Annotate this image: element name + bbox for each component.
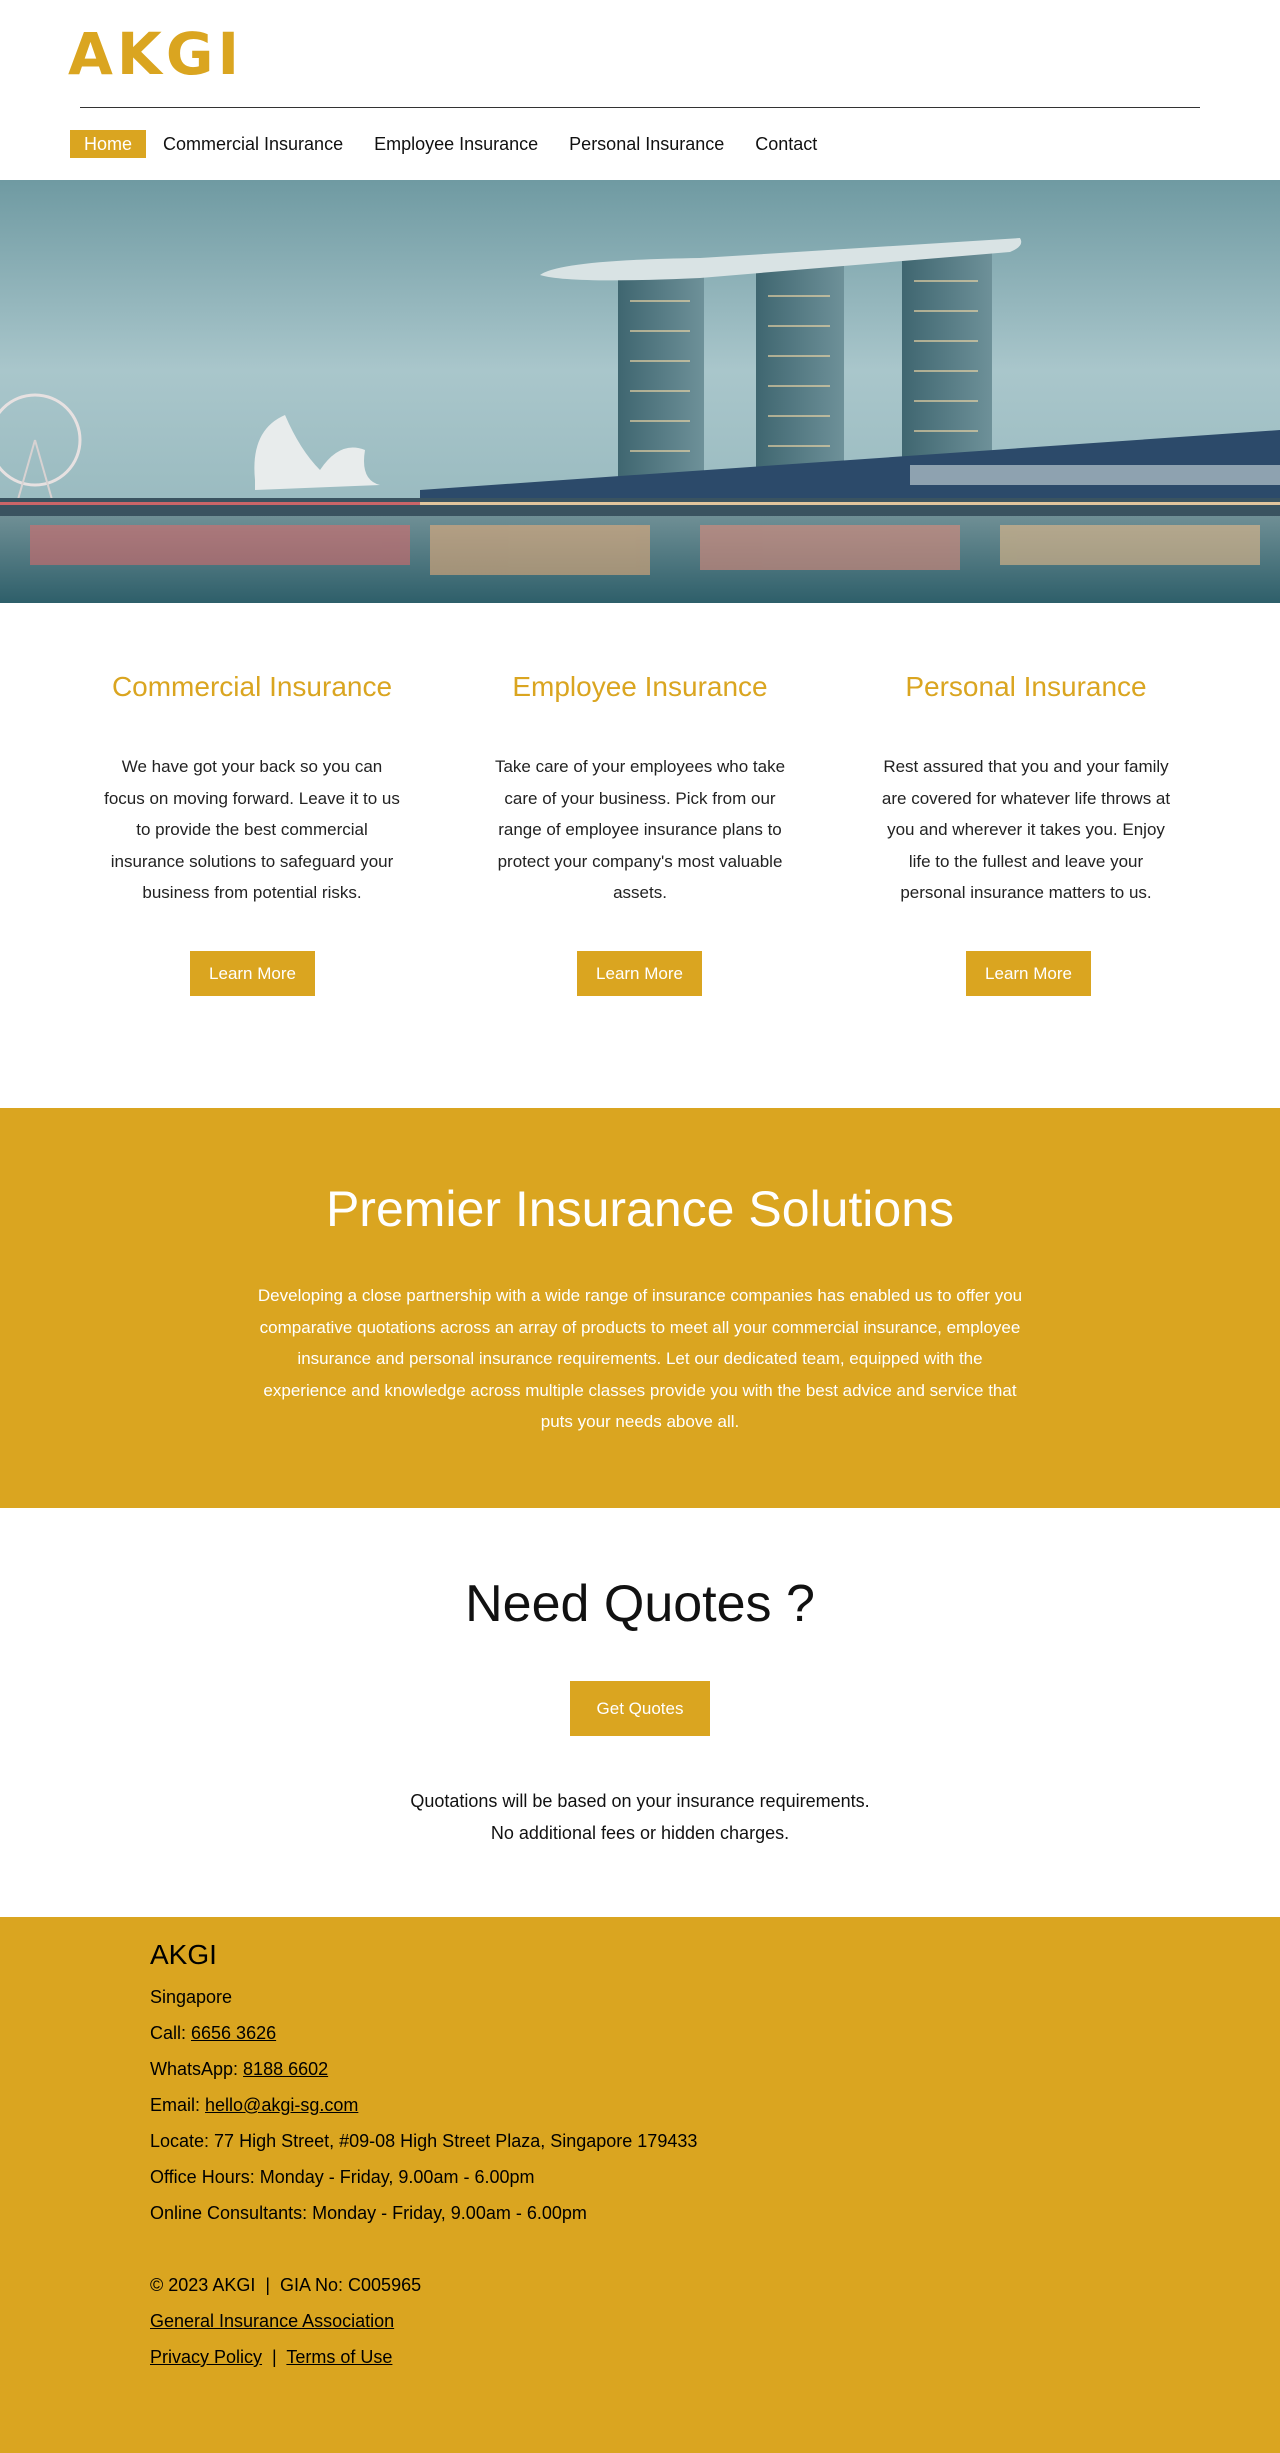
footer-online-consultants: Online Consultants: Monday - Friday, 9.0… [150,2203,587,2223]
service-text-commercial: We have got your back so you can focus o… [104,757,400,902]
service-text-personal: Rest assured that you and your family ar… [881,757,1171,902]
privacy-policy-link[interactable]: Privacy Policy [150,2347,262,2367]
footer-spacer [150,2231,1050,2267]
learn-more-personal-button[interactable]: Learn More [966,951,1091,996]
nav-item-employee-insurance[interactable]: Employee Insurance [360,130,552,158]
learn-more-employee-button[interactable]: Learn More [577,951,702,996]
footer-content: AKGI Singapore Call: 6656 3626 WhatsApp:… [150,1935,1050,2375]
terms-of-use-link[interactable]: Terms of Use [286,2347,392,2367]
header-divider [80,107,1200,108]
hero-image [0,180,1280,603]
nav-item-contact[interactable]: Contact [741,130,831,158]
footer-whatsapp-link[interactable]: 8188 6602 [243,2059,328,2079]
service-title-personal: Personal Insurance [905,671,1147,702]
premier-title: Premier Insurance Solutions [325,1181,955,1237]
main-nav: Home Commercial Insurance Employee Insur… [70,130,834,158]
logo[interactable]: AKGI [68,24,243,84]
footer-whatsapp-label: WhatsApp: [150,2059,244,2079]
footer-office-hours: Office Hours: Monday - Friday, 9.00am - … [150,2167,535,2187]
quotes-section: Need Quotes ? Get Quotes Quotations will… [0,1508,1280,1917]
footer-gia: General Insurance Association [150,2303,1050,2339]
footer-copyright: © 2023 AKGI | GIA No: C005965 [150,2275,422,2295]
footer-email-link[interactable]: hello@akgi-sg.com [205,2095,358,2115]
gia-link[interactable]: General Insurance Association [150,2311,394,2331]
nav-item-personal-insurance[interactable]: Personal Insurance [555,130,738,158]
services-section: Commercial Insurance We have got your ba… [0,603,1280,1108]
nav-item-commercial-insurance[interactable]: Commercial Insurance [149,130,357,158]
footer-email: Email: hello@akgi-sg.com [150,2087,1050,2123]
site-footer: AKGI Singapore Call: 6656 3626 WhatsApp:… [0,1917,1280,2453]
quotes-note-line-1: Quotations will be based on your insuran… [410,1791,870,1811]
learn-more-commercial-button[interactable]: Learn More [190,951,315,996]
nav-item-home[interactable]: Home [70,130,147,158]
premier-text: Developing a close partnership with a wi… [257,1286,1023,1432]
site-header: AKGI Home Commercial Insurance Employee … [0,0,1280,180]
service-title-employee: Employee Insurance [512,671,768,702]
get-quotes-button[interactable]: Get Quotes [570,1681,710,1736]
quotes-note: Quotations will be based on your insuran… [0,1786,1280,1849]
footer-whatsapp: WhatsApp: 8188 6602 [150,2051,1050,2087]
quotes-title: Need Quotes ? [465,1575,815,1633]
service-text-employee: Take care of your employees who take car… [494,757,786,902]
service-title-commercial: Commercial Insurance [111,671,393,702]
footer-address: Locate: 77 High Street, #09-08 High Stre… [150,2131,698,2151]
footer-legal: Privacy Policy | Terms of Use [150,2339,1050,2375]
footer-call-link[interactable]: 6656 3626 [191,2023,276,2043]
footer-location: Singapore [150,1987,233,2007]
footer-email-label: Email: [150,2095,206,2115]
footer-call-label: Call: [150,2023,192,2043]
quotes-note-line-2: No additional fees or hidden charges. [490,1822,790,1843]
premier-section: Premier Insurance Solutions Developing a… [0,1108,1280,1508]
footer-call: Call: 6656 3626 [150,2015,1050,2051]
footer-brand: AKGI [150,1939,217,1970]
legal-separator: | [262,2347,287,2367]
